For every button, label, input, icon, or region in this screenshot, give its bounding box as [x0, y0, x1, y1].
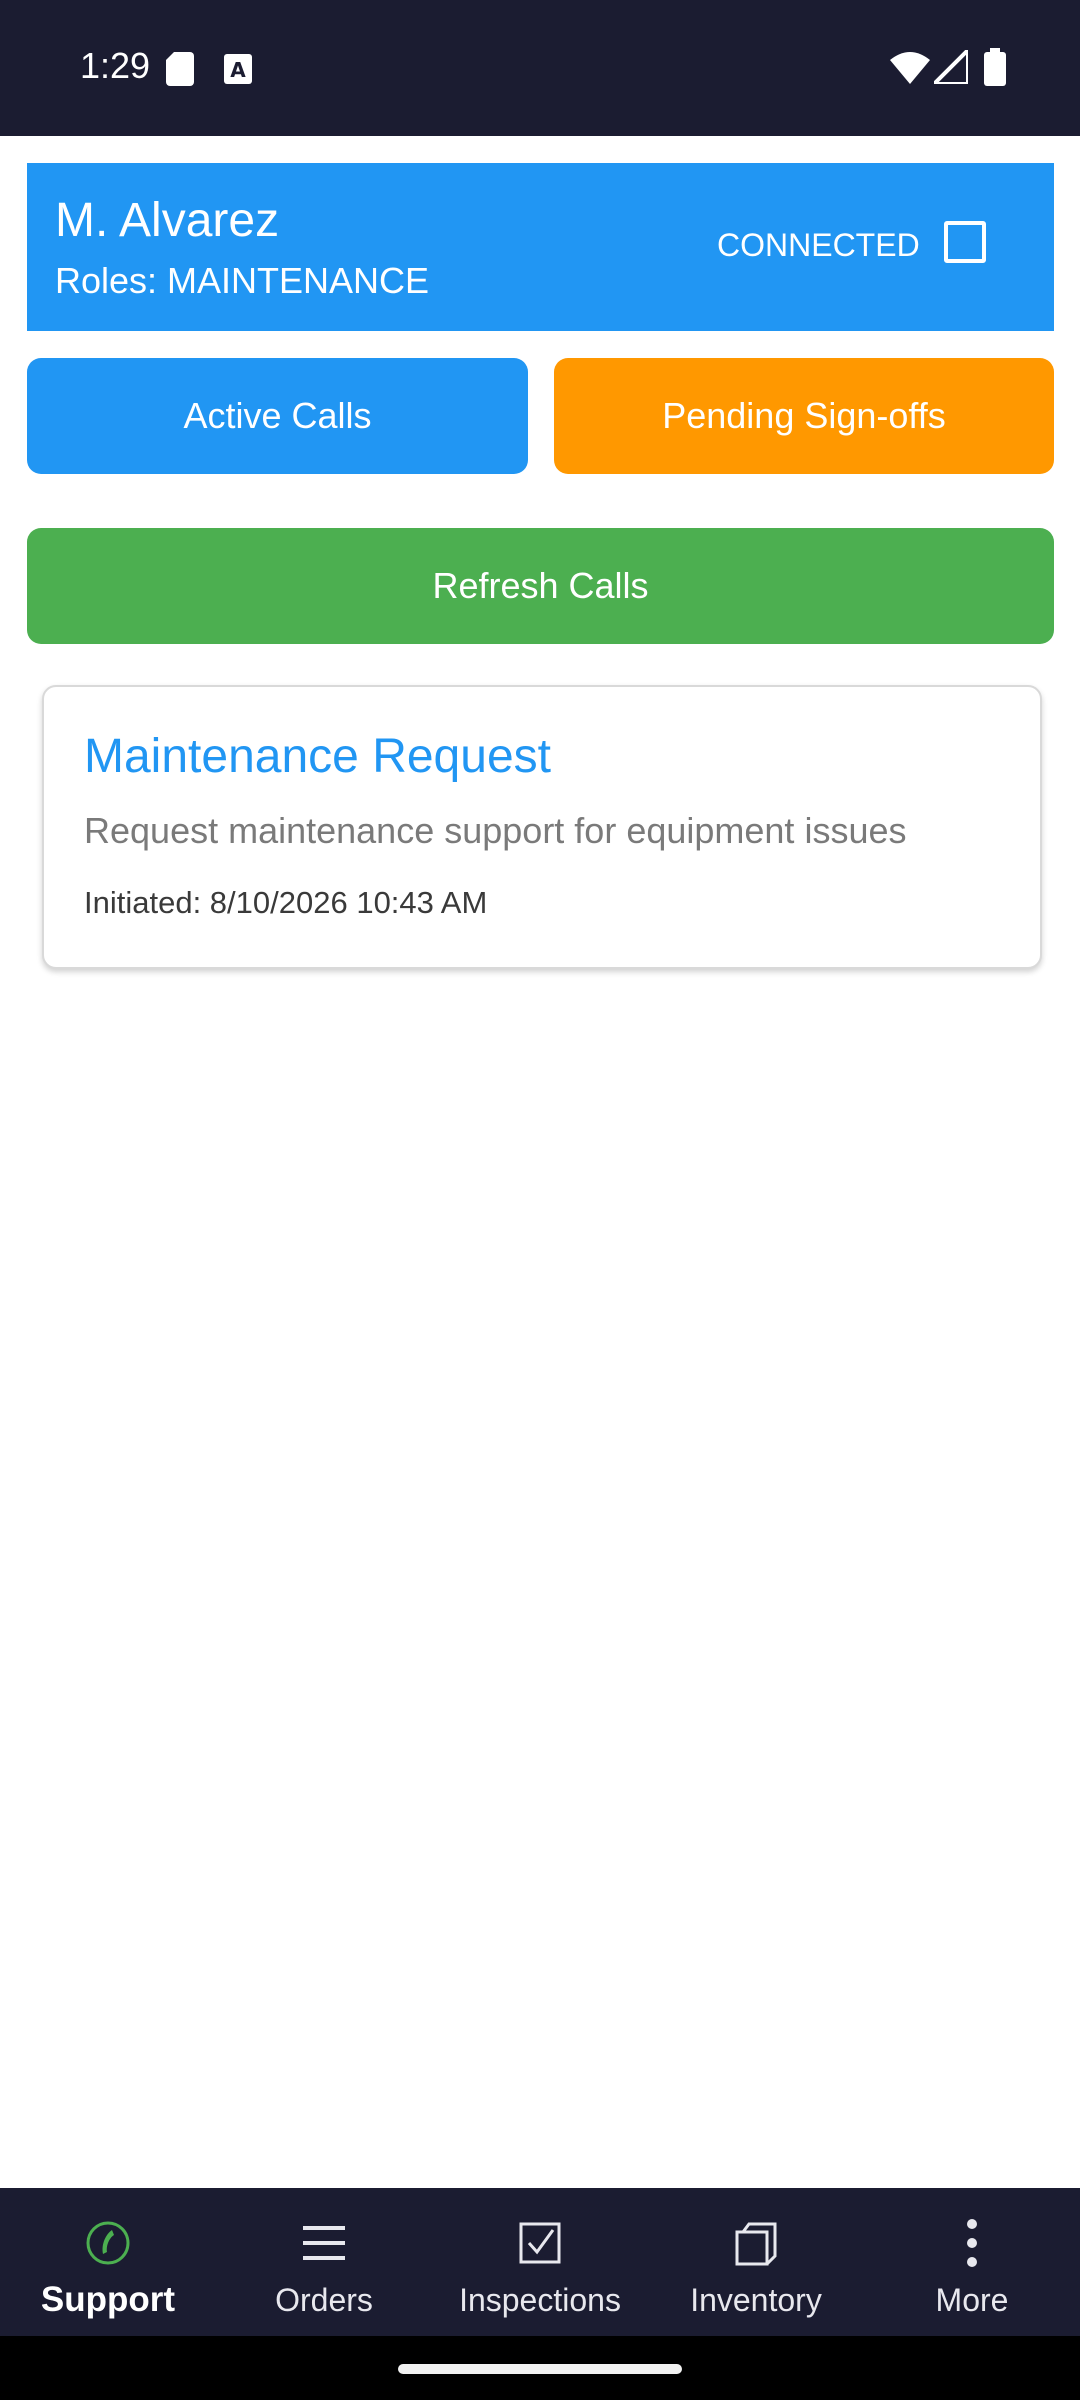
active-calls-button[interactable]: Active Calls [27, 358, 528, 474]
nav-label-orders: Orders [275, 2282, 373, 2318]
inventory-icon [735, 2222, 777, 2266]
pending-signoffs-button[interactable]: Pending Sign-offs [554, 358, 1054, 474]
status-time: 1:29 [80, 45, 151, 86]
nav-item-inventory[interactable]: Inventory [648, 2188, 864, 2336]
refresh-calls-button[interactable]: Refresh Calls [27, 528, 1054, 644]
checkbox-icon [519, 2222, 561, 2264]
call-description: Request maintenance support for equipmen… [84, 810, 907, 851]
user-header: M. Alvarez Roles: MAINTENANCE CONNECTED [27, 163, 1054, 331]
call-card[interactable]: Maintenance Request Request maintenance … [42, 685, 1042, 969]
nav-label-support: Support [40, 2280, 176, 2319]
sd-card-icon [166, 52, 194, 86]
gesture-bar-area [0, 2336, 1080, 2400]
user-name: M. Alvarez [55, 194, 280, 247]
svg-text:A: A [230, 58, 246, 82]
nav-item-orders[interactable]: Orders [216, 2188, 432, 2336]
list-icon [303, 2226, 345, 2260]
call-title: Maintenance Request [84, 730, 551, 783]
wifi-icon [890, 52, 930, 84]
nav-item-inspections[interactable]: Inspections [432, 2188, 648, 2336]
keyboard-a-icon: A [224, 54, 252, 84]
nav-label-inspections: Inspections [459, 2282, 621, 2318]
status-bar: 1:29 A [0, 0, 1080, 136]
user-roles: Roles: MAINTENANCE [55, 260, 430, 301]
nav-label-inventory: Inventory [690, 2282, 822, 2318]
signal-icon [934, 50, 968, 84]
battery-icon [984, 48, 1006, 86]
home-gesture-handle[interactable] [398, 2364, 682, 2374]
phone-icon [86, 2221, 130, 2265]
nav-item-support[interactable]: Support [0, 2188, 216, 2336]
bottom-nav: Support Orders Inspections Inventory Mor… [0, 2188, 1080, 2336]
nav-label-more: More [935, 2282, 1009, 2318]
call-initiated: Initiated: 8/10/2026 10:43 AM [84, 885, 488, 920]
more-vertical-icon [967, 2219, 977, 2267]
nav-item-more[interactable]: More [864, 2188, 1080, 2336]
connection-status: CONNECTED [717, 227, 920, 263]
connection-checkbox[interactable] [944, 221, 986, 263]
